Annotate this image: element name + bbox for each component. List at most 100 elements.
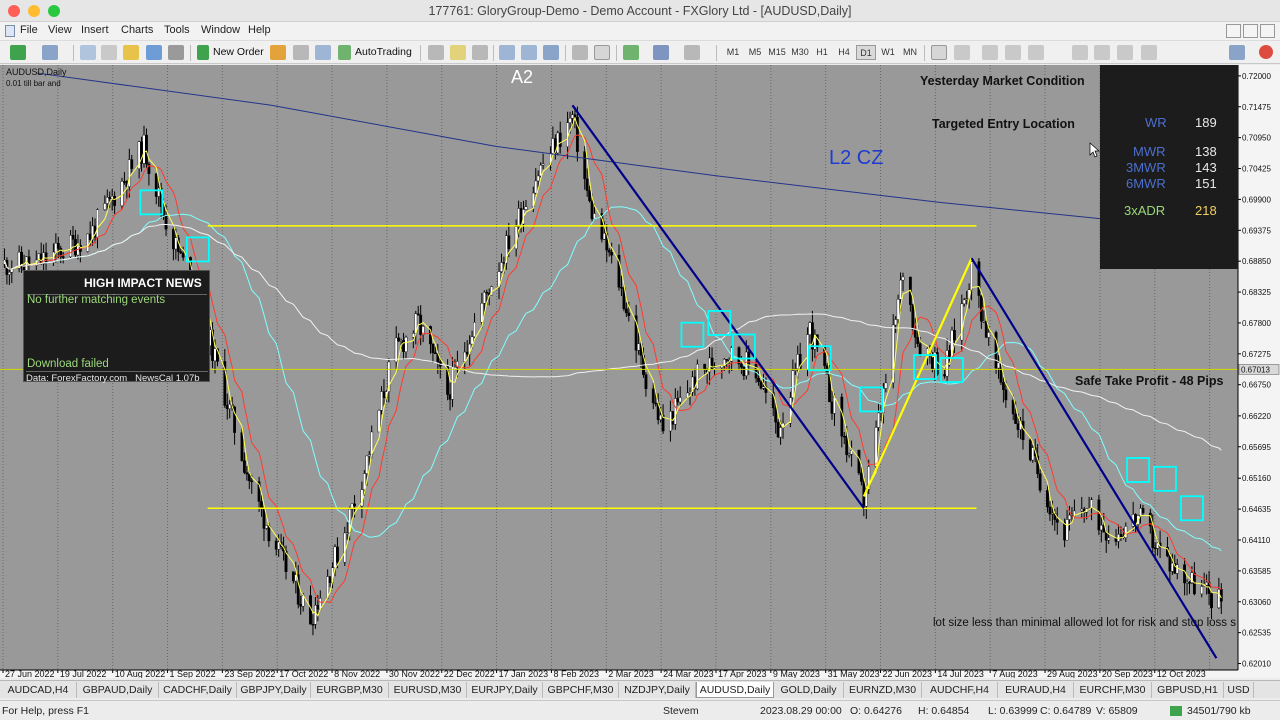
stat-label-6mwr: 6MWR [1126,176,1166,191]
search-icon[interactable] [1229,45,1245,60]
symbol-tab[interactable]: AUDCAD,H4 [0,682,77,698]
terminal-icon[interactable] [146,45,162,60]
new-order-button[interactable]: New Order [213,45,264,60]
candle [1188,581,1191,594]
candle [1183,558,1186,596]
symbol-tab[interactable]: GBPAUD,Daily [77,682,159,698]
menu-view[interactable]: View [48,24,72,36]
toolbar: New Order AutoTrading M1 M5 M15 M30 H1 H… [0,40,1280,64]
text-label-icon[interactable] [1117,45,1133,60]
periods-icon[interactable] [653,45,669,60]
line-chart-icon[interactable] [472,45,488,60]
menu-file[interactable]: File [20,24,38,36]
status-high: H: 0.64854 [918,705,970,717]
signals-icon[interactable] [293,45,309,60]
symbol-tab[interactable]: AUDUSD,Daily [696,682,774,698]
status-open: O: 0.64276 [850,705,902,717]
alert-icon[interactable] [1259,45,1273,59]
date-tick-label: 27 Jun 2022 [5,669,55,678]
maximize-window-icon[interactable] [48,5,60,17]
autoscroll-icon[interactable] [572,45,588,60]
candle [945,338,949,384]
date-tick-label: 9 May 2023 [773,669,820,678]
chart-tabs-bar: AUDCAD,H4 GBPAUD,Daily CADCHF,Daily GBPJPY,… [0,680,1280,698]
candlestick-chart-icon[interactable] [450,45,466,60]
tile-windows-icon[interactable] [543,45,559,60]
symbol-tab[interactable]: EURUSD,M30 [389,682,467,698]
templates-icon[interactable] [684,45,700,60]
tf-mn[interactable]: MN [900,45,920,60]
tf-h4[interactable]: H4 [834,45,854,60]
symbol-tab[interactable]: NZDJPY,Daily [619,682,696,698]
symbol-tab[interactable]: CADCHF,Daily [159,682,237,698]
strategy-tester-icon[interactable] [168,45,184,60]
symbol-tab[interactable]: GBPJPY,Daily [237,682,311,698]
date-tick-label: 17 Apr 2023 [718,669,767,678]
autotrading-button[interactable]: AutoTrading [355,45,412,60]
minimize-window-icon[interactable] [28,5,40,17]
symbol-tab[interactable]: USD [1224,682,1254,698]
symbol-tab[interactable]: EURNZD,M30 [844,682,922,698]
candle [1141,504,1145,516]
date-tick-label: 12 Oct 2023 [1157,669,1206,678]
crosshair-icon[interactable] [954,45,970,60]
tf-w1[interactable]: W1 [878,45,898,60]
tf-d1[interactable]: D1 [856,45,876,60]
restore-mdi-icon[interactable] [1226,24,1241,38]
text-tool-icon[interactable] [1094,45,1110,60]
menu-tools[interactable]: Tools [164,24,190,36]
horizontal-line-icon[interactable] [1005,45,1021,60]
zoom-in-icon[interactable] [499,45,515,60]
symbol-tab[interactable]: EURAUD,H4 [998,682,1074,698]
tf-m15[interactable]: M15 [766,45,788,60]
symbol-tab[interactable]: GBPCHF,M30 [543,682,619,698]
indicators-icon[interactable] [623,45,639,60]
candle [473,313,476,338]
tf-m30[interactable]: M30 [789,45,811,60]
tf-h1[interactable]: H1 [812,45,832,60]
symbol-tab[interactable]: GBPUSD,H1 [1152,682,1224,698]
profiles-icon[interactable] [42,45,58,60]
close-mdi-icon[interactable] [1260,24,1275,38]
symbol-tab[interactable]: GOLD,Daily [774,682,844,698]
document-icon [5,25,15,37]
metaeditor-icon[interactable] [270,45,286,60]
zoom-out-icon[interactable] [521,45,537,60]
price-tick-label: 0.62010 [1242,660,1271,669]
candle [551,126,555,155]
chart-shift-icon[interactable] [594,45,610,60]
symbol-tab[interactable]: AUDCHF,H4 [922,682,998,698]
candle [328,576,332,588]
new-chart-icon[interactable] [10,45,26,60]
menu-insert[interactable]: Insert [81,24,109,36]
menu-window[interactable]: Window [201,24,240,36]
candle [113,191,117,215]
entry-zone-box [707,310,732,336]
navigator-icon[interactable] [123,45,139,60]
symbol-tab[interactable]: EURJPY,Daily [467,682,543,698]
bar-chart-icon[interactable] [428,45,444,60]
trendline-icon[interactable] [1028,45,1044,60]
menu-charts[interactable]: Charts [121,24,153,36]
status-bar: For Help, press F1 Stevem 2023.08.29 00:… [0,700,1280,720]
symbol-tab[interactable]: EURGBP,M30 [311,682,389,698]
tf-m1[interactable]: M1 [723,45,743,60]
close-window-icon[interactable] [8,5,20,17]
price-chart[interactable]: 0.72000 0.71475 0.70950 0.70425 0.69900 0.693… [0,65,1280,678]
date-tick-label: 22 Dec 2022 [444,669,495,678]
candle [997,355,1000,379]
data-window-icon[interactable] [101,45,117,60]
cursor-icon[interactable] [931,45,947,60]
symbol-tab[interactable]: EURCHF,M30 [1074,682,1152,698]
arrows-icon[interactable] [1141,45,1157,60]
vertical-line-icon[interactable] [982,45,998,60]
minimize-mdi-icon[interactable] [1243,24,1258,38]
menu-help[interactable]: Help [248,24,271,36]
market-watch-icon[interactable] [80,45,96,60]
tf-m5[interactable]: M5 [745,45,765,60]
market-icon[interactable] [315,45,331,60]
candle [438,357,442,379]
price-tick-label: 0.64635 [1242,505,1271,514]
fibonacci-icon[interactable] [1072,45,1088,60]
candle [1117,524,1120,549]
